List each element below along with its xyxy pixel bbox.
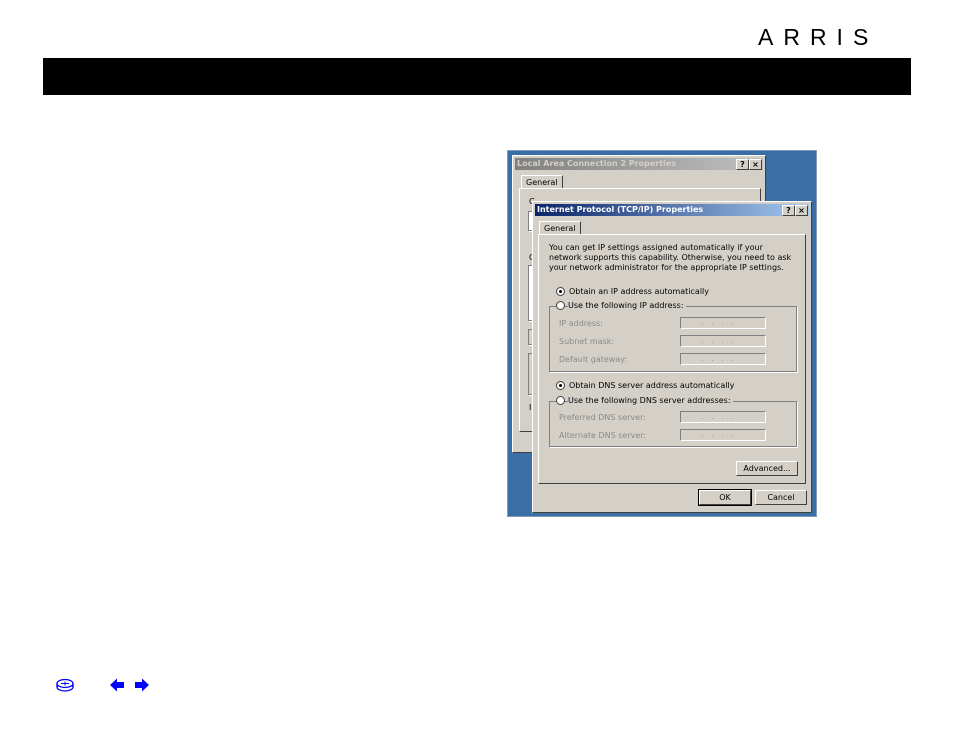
preferred-dns-field[interactable]: ....: [680, 411, 766, 423]
arris-logo: ARRIS: [758, 24, 879, 50]
advanced-button[interactable]: Advanced...: [736, 461, 798, 476]
front-tab-panel: You can get IP settings assigned automat…: [538, 234, 806, 484]
dns-auto-radio[interactable]: [556, 381, 565, 390]
ip-auto-label[interactable]: Obtain an IP address automatically: [569, 287, 709, 297]
ip-manual-label[interactable]: Use the following IP address:: [568, 301, 686, 311]
ip-auto-radio[interactable]: [556, 287, 565, 296]
front-dialog-titlebar: Internet Protocol (TCP/IP) Properties ? …: [535, 204, 809, 216]
subnet-mask-label: Subnet mask:: [559, 337, 615, 346]
subnet-mask-field[interactable]: ....: [680, 335, 766, 347]
alternate-dns-field[interactable]: ....: [680, 429, 766, 441]
screenshot-area: Local Area Connection 2 Properties ? × G…: [507, 150, 817, 517]
back-partial-label-3: I: [529, 403, 532, 412]
arrow-left-icon[interactable]: [109, 677, 125, 698]
ip-address-label: IP address:: [559, 319, 603, 328]
tcpip-properties-dialog: Internet Protocol (TCP/IP) Properties ? …: [532, 201, 812, 513]
back-dialog-titlebar: Local Area Connection 2 Properties ? ×: [515, 158, 763, 170]
front-dialog-title: Internet Protocol (TCP/IP) Properties: [537, 205, 704, 214]
help-button[interactable]: ?: [782, 205, 795, 216]
dns-manual-radio[interactable]: [556, 396, 565, 405]
alternate-dns-label: Alternate DNS server:: [559, 431, 647, 440]
preferred-dns-label: Preferred DNS server:: [559, 413, 646, 422]
close-button[interactable]: ×: [795, 205, 808, 216]
header-bar: [43, 58, 911, 95]
dns-auto-label[interactable]: Obtain DNS server address automatically: [569, 381, 734, 391]
cancel-button[interactable]: Cancel: [755, 490, 807, 505]
close-button[interactable]: ×: [749, 159, 762, 170]
ip-address-field[interactable]: ....: [680, 317, 766, 329]
tab-general[interactable]: General: [521, 175, 563, 189]
intro-text: You can get IP settings assigned automat…: [549, 243, 792, 272]
ip-manual-radio[interactable]: [556, 301, 565, 310]
ok-button[interactable]: OK: [698, 489, 752, 506]
router-icon[interactable]: [55, 677, 75, 698]
tab-general[interactable]: General: [539, 221, 581, 235]
default-gateway-label: Default gateway:: [559, 355, 628, 364]
dns-manual-label[interactable]: Use the following DNS server addresses:: [568, 396, 733, 406]
default-gateway-field[interactable]: ....: [680, 353, 766, 365]
arrow-right-icon[interactable]: [134, 677, 150, 698]
help-button[interactable]: ?: [736, 159, 749, 170]
back-dialog-title: Local Area Connection 2 Properties: [517, 159, 676, 168]
